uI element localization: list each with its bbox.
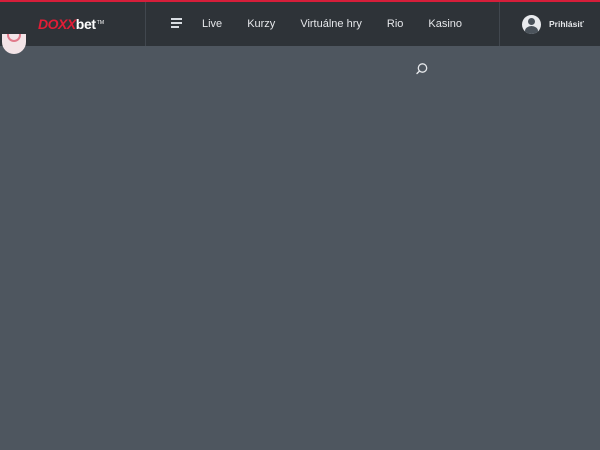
user-avatar-icon[interactable] xyxy=(522,14,541,34)
nav-item-rio[interactable]: Rio xyxy=(387,18,404,30)
page: DOXX bet TM Live Kurzy Virtuálne hry Rio… xyxy=(0,0,600,450)
account-area: Prihlásiť xyxy=(499,2,600,46)
promo-badge-icon[interactable] xyxy=(2,34,26,54)
logo-doxx-text: DOXX xyxy=(38,16,76,32)
nav-item-kurzy[interactable]: Kurzy xyxy=(247,18,275,30)
nav-item-live[interactable]: Live xyxy=(202,18,222,30)
nav-item-kasino[interactable]: Kasino xyxy=(428,18,462,30)
main-navigation: Live Kurzy Virtuálne hry Rio Kasino xyxy=(202,18,487,30)
hamburger-menu-icon[interactable] xyxy=(168,14,188,34)
search-icon[interactable] xyxy=(415,62,429,76)
logo-trademark: TM xyxy=(96,20,105,26)
nav-item-virtualne-hry[interactable]: Virtuálne hry xyxy=(300,18,362,30)
top-navigation-bar: DOXX bet TM Live Kurzy Virtuálne hry Rio… xyxy=(0,0,600,46)
login-button[interactable]: Prihlásiť xyxy=(549,19,584,29)
logo-bet-text: bet xyxy=(75,16,96,32)
